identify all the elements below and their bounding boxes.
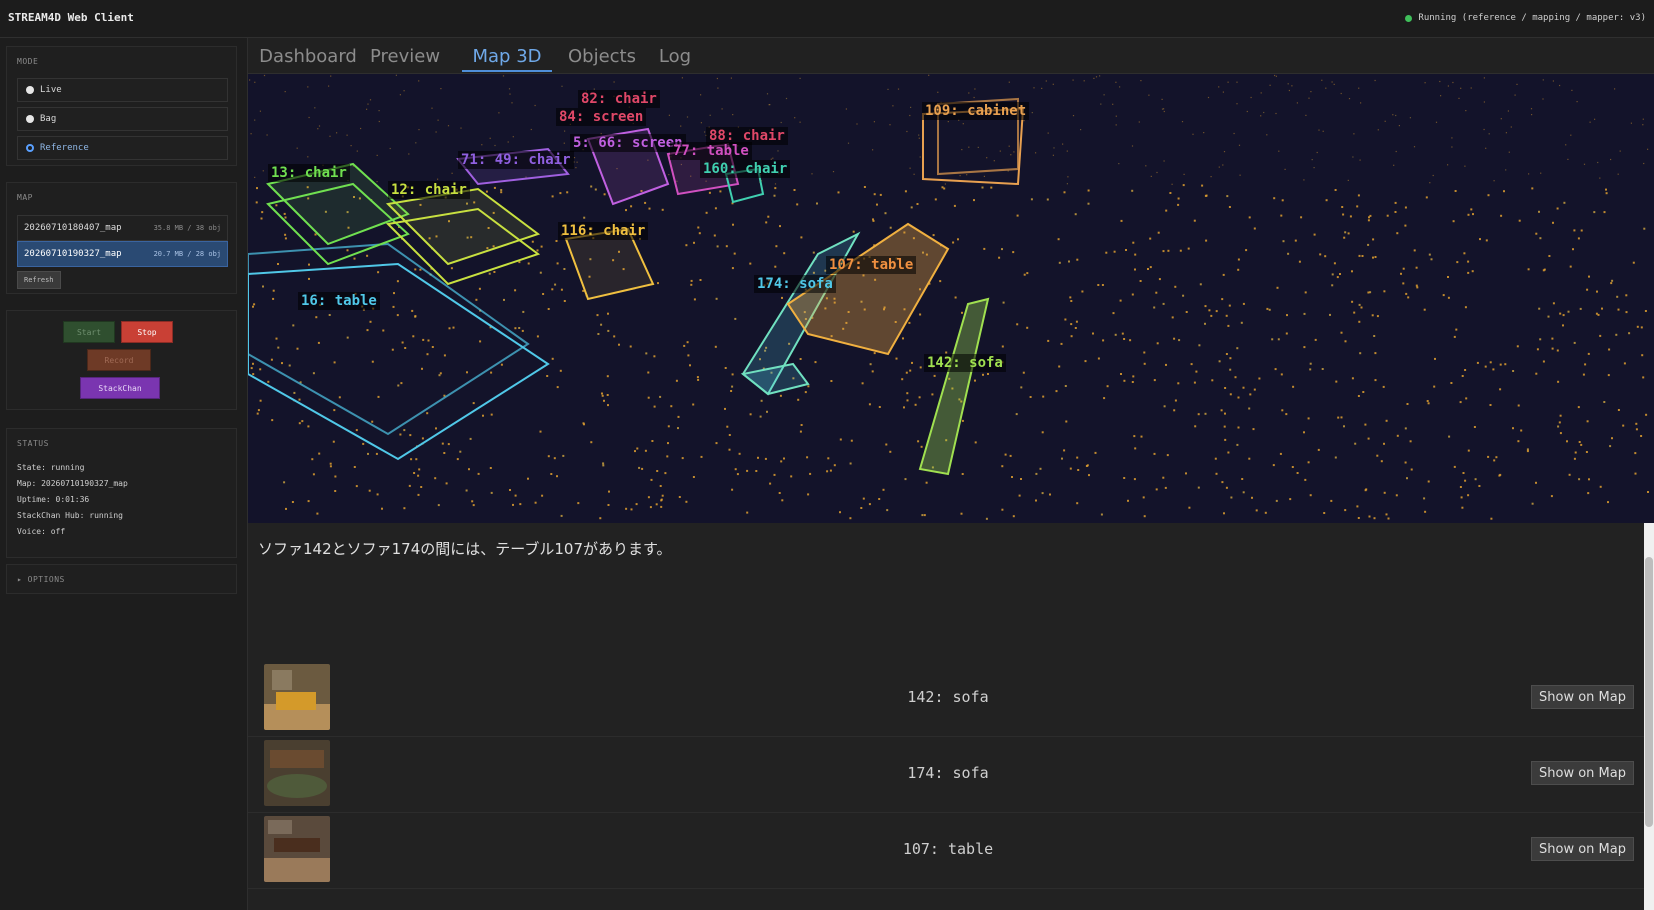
status-state: State: running <box>17 463 85 472</box>
map-item-selected[interactable]: 20260710190327_map 20.7 MB / 28 obj <box>17 241 228 267</box>
status-map: Map: 20260710190327_map <box>17 479 128 488</box>
show-on-map-button[interactable]: Show on Map <box>1531 685 1634 709</box>
result-label: 107: table <box>902 840 994 858</box>
tab-map3d[interactable]: Map 3D <box>462 42 552 72</box>
result-label: 174: sofa <box>907 764 989 782</box>
mode-bag-radio[interactable]: Bag <box>17 107 228 131</box>
table-thumbnail <box>264 816 330 882</box>
label-table-77: 77: table <box>670 142 752 160</box>
sofa-thumbnail <box>264 664 330 730</box>
status-voice: Voice: off <box>17 527 66 536</box>
status-dot-icon <box>1405 14 1413 22</box>
result-row: 142: sofa Show on Map <box>248 660 1644 737</box>
options-toggle[interactable]: ▸ OPTIONS <box>17 575 65 584</box>
stackchan-button[interactable]: StackChan <box>80 377 160 399</box>
map-item-name: 20260710180407_map <box>24 223 122 233</box>
label-sofa-174: 174: sofa <box>754 275 836 293</box>
result-row: 107: table Show on Map <box>248 812 1644 889</box>
mode-reference-radio[interactable]: Reference <box>17 136 228 160</box>
show-on-map-button[interactable]: Show on Map <box>1531 761 1634 785</box>
app-title: STREAM4D Web Client <box>8 11 134 24</box>
mode-reference-label: Reference <box>40 143 89 153</box>
result-label: 142: sofa <box>907 688 989 706</box>
mode-live-radio[interactable]: Live <box>17 78 228 102</box>
stop-button[interactable]: Stop <box>121 321 173 343</box>
radio-selected-icon <box>26 144 34 152</box>
run-status: Running (reference / mapping / mapper: v… <box>1405 13 1646 23</box>
radio-icon <box>26 86 34 94</box>
options-panel[interactable]: ▸ OPTIONS <box>6 564 237 594</box>
bbox-sofa-142 <box>918 297 990 476</box>
radio-icon <box>26 115 34 123</box>
label-cabinet-109: 109: cabinet <box>922 102 1030 120</box>
label-screen-84: 84: screen <box>556 108 647 126</box>
show-on-map-button[interactable]: Show on Map <box>1531 837 1634 861</box>
map-item-meta: 20.7 MB / 28 obj <box>153 250 221 258</box>
label-chair-49: 71: 49: chair <box>458 151 574 169</box>
map-item-meta: 35.8 MB / 38 obj <box>153 224 221 232</box>
bounding-boxes <box>248 97 1025 476</box>
label-chair-116: 116: chair <box>558 222 649 240</box>
bbox-table-16 <box>248 242 550 461</box>
tab-bar: Dashboard Preview Map 3D Objects Log <box>248 38 1654 74</box>
mode-live-label: Live <box>40 85 62 95</box>
label-sofa-142: 142: sofa <box>924 354 1006 372</box>
bbox-chair-12 <box>385 187 541 286</box>
label-table-107: 107: table <box>826 256 917 274</box>
label-chair-13: 13: chair <box>268 164 350 182</box>
map-3d-viewport[interactable]: 82: chair 84: screen 109: cabinet 5: 66:… <box>248 74 1654 523</box>
tab-log[interactable]: Log <box>652 42 698 70</box>
label-chair-82: 82: chair <box>578 90 660 108</box>
run-status-text: Running (reference / mapping / mapper: v… <box>1418 13 1646 23</box>
start-button[interactable]: Start <box>63 321 115 343</box>
top-bar: STREAM4D Web Client Running (reference /… <box>0 0 1654 38</box>
scrollbar-thumb[interactable] <box>1645 557 1653 827</box>
sofa-thumbnail <box>264 740 330 806</box>
refresh-button[interactable]: Refresh <box>17 271 61 289</box>
mode-bag-label: Bag <box>40 114 57 124</box>
mode-panel: MODE Live Bag Reference <box>6 46 237 166</box>
map-item[interactable]: 20260710180407_map 35.8 MB / 38 obj <box>17 215 228 241</box>
status-panel: STATUS State: running Map: 2026071019032… <box>6 428 237 558</box>
answer-text: ソファ142とソファ174の間には、テーブル107があります。 <box>258 540 672 558</box>
tab-preview[interactable]: Preview <box>370 42 440 70</box>
label-screen-66: 5: 66: screen <box>570 134 686 152</box>
map-item-name: 20260710190327_map <box>24 249 122 259</box>
record-button[interactable]: Record <box>87 349 151 371</box>
tab-objects[interactable]: Objects <box>566 42 638 70</box>
result-row: 174: sofa Show on Map <box>248 736 1644 813</box>
label-table-16: 16: table <box>298 292 380 310</box>
map-title: MAP <box>17 193 33 202</box>
status-stackchan: StackChan Hub: running <box>17 511 123 520</box>
label-chair-160: 160: chair <box>700 160 791 178</box>
status-title: STATUS <box>17 439 49 448</box>
sidebar: MODE Live Bag Reference MAP 202607101804… <box>0 38 248 910</box>
tab-dashboard[interactable]: Dashboard <box>259 42 357 70</box>
label-chair-12: 12: chair <box>388 181 470 199</box>
status-uptime: Uptime: 0:01:36 <box>17 495 90 504</box>
map-panel: MAP 20260710180407_map 35.8 MB / 38 obj … <box>6 182 237 294</box>
mode-title: MODE <box>17 57 39 66</box>
control-panel: Start Stop Record StackChan <box>6 310 237 410</box>
